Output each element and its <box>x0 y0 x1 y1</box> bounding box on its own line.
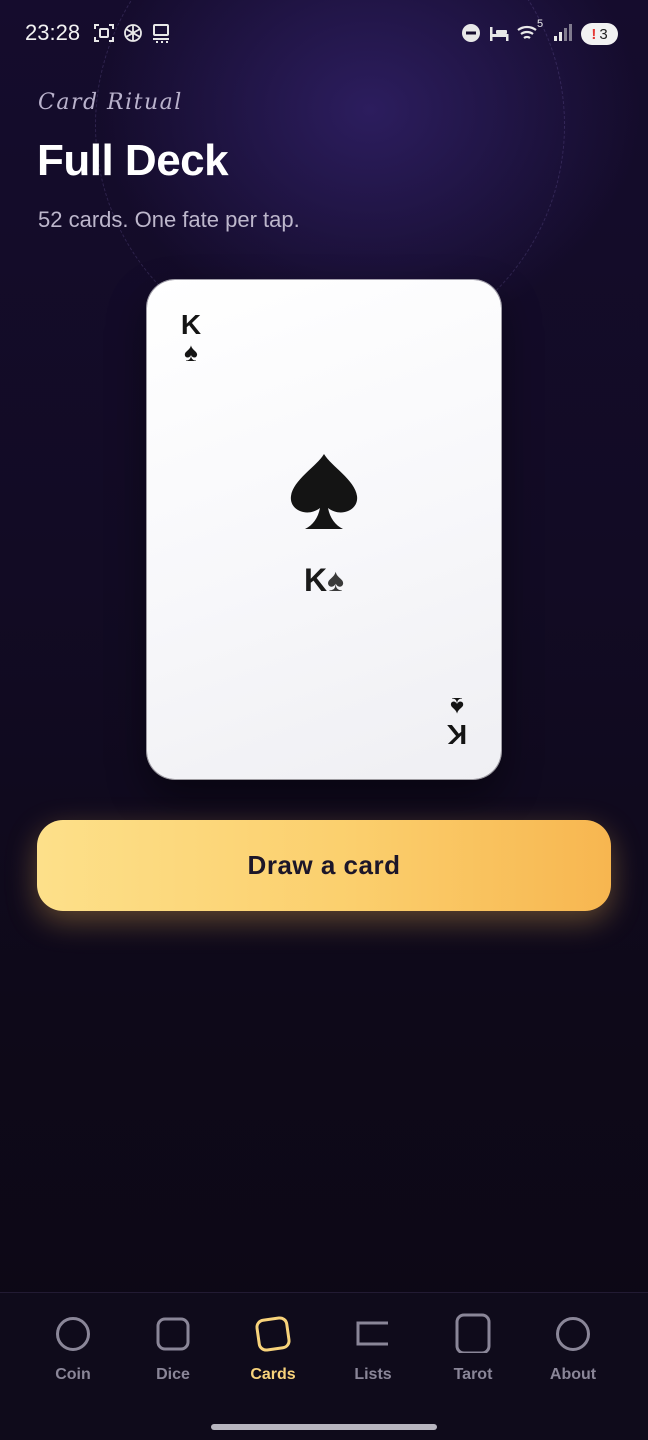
dnd-icon <box>460 22 482 44</box>
dice-icon <box>156 1317 190 1351</box>
card-corner-top-left: K ♠ <box>176 309 206 367</box>
card-name-suit: ♠ <box>327 562 345 598</box>
spade-icon <box>290 454 358 529</box>
nav-item-lists[interactable]: Lists <box>323 1313 423 1393</box>
nav-label: Dice <box>156 1366 190 1383</box>
about-icon <box>556 1317 590 1351</box>
notification-count: 3 <box>599 25 608 43</box>
cards-icon <box>255 1316 291 1352</box>
status-time: 23:28 <box>25 20 81 45</box>
nav-label: Coin <box>55 1366 91 1383</box>
screenshot-icon <box>93 22 115 44</box>
openai-icon <box>122 22 144 44</box>
nav-label: Lists <box>354 1366 392 1383</box>
card-name-label: K♠ <box>147 562 501 599</box>
home-indicator[interactable] <box>211 1424 437 1430</box>
card-rank: K <box>180 309 202 340</box>
card-corner-bottom-right: K ♠ <box>442 692 472 750</box>
lists-icon <box>356 1321 388 1346</box>
coin-icon <box>56 1317 90 1351</box>
section-eyebrow: Card Ritual <box>38 90 183 115</box>
notification-badge: ! 3 <box>581 23 618 45</box>
nav-label: Cards <box>250 1366 296 1383</box>
bottom-nav: Coin Dice Cards Lists Tarot About <box>0 1292 648 1440</box>
card-name-rank: K <box>303 562 328 598</box>
status-bar: 23:28 5 ! 3 <box>0 0 648 68</box>
nav-label: About <box>549 1366 597 1383</box>
nav-item-cards[interactable]: Cards <box>223 1313 323 1393</box>
card-rank-inverted: K <box>446 719 468 750</box>
page-title: Full Deck <box>37 136 229 185</box>
cast-icon <box>150 22 172 44</box>
wifi-icon <box>516 22 538 44</box>
tarot-icon <box>455 1313 491 1353</box>
card-suit: ♠ <box>184 337 198 367</box>
signal-icon <box>551 22 573 44</box>
wifi-label: 5 <box>537 18 544 30</box>
nav-item-tarot[interactable]: Tarot <box>423 1313 523 1393</box>
nav-item-about[interactable]: About <box>523 1313 623 1393</box>
playing-card[interactable]: K ♠ K♠ K ♠ <box>147 280 501 779</box>
draw-card-button[interactable]: Draw a card <box>37 820 611 911</box>
page-subtitle: 52 cards. One fate per tap. <box>38 207 300 232</box>
nav-label: Tarot <box>453 1366 493 1383</box>
nav-item-coin[interactable]: Coin <box>23 1313 123 1393</box>
nav-item-dice[interactable]: Dice <box>123 1313 223 1393</box>
alert-icon: ! <box>591 25 597 43</box>
bed-icon <box>488 22 510 44</box>
card-suit-inverted: ♠ <box>450 692 464 722</box>
